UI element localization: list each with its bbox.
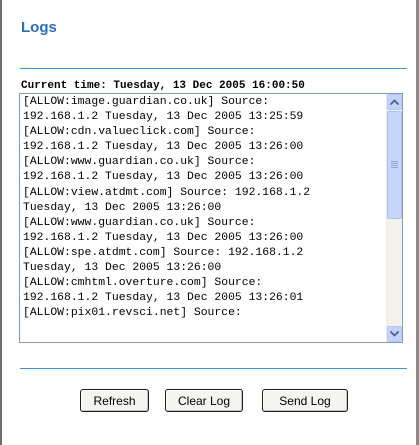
- chevron-up-icon: [390, 99, 399, 105]
- refresh-button[interactable]: Refresh: [80, 389, 149, 412]
- frame-left-border: [0, 0, 2, 445]
- log-line: [ALLOW:pix01.revsci.net] Source:: [23, 307, 242, 320]
- log-line: 192.168.1.2 Tuesday, 13 Dec 2005 13:26:0…: [23, 171, 304, 184]
- log-line: [ALLOW:www.guardian.co.uk] Source:: [23, 216, 256, 229]
- scroll-up-button[interactable]: [387, 94, 402, 110]
- log-line: [ALLOW:image.guardian.co.uk] Source:: [23, 96, 270, 108]
- log-line: [ALLOW:www.guardian.co.uk] Source:: [23, 156, 256, 169]
- log-line: [ALLOW:cdn.valueclick.com] Source:: [23, 126, 256, 139]
- scroll-thumb[interactable]: [387, 111, 402, 219]
- scroll-down-button[interactable]: [387, 326, 402, 342]
- log-line: 192.168.1.2 Tuesday, 13 Dec 2005 13:25:5…: [23, 111, 304, 124]
- current-time-label: Current time: Tuesday, 13 Dec 2005 16:00…: [21, 80, 305, 92]
- log-line: 192.168.1.2 Tuesday, 13 Dec 2005 13:26:0…: [23, 231, 304, 244]
- bottom-divider: [20, 368, 407, 369]
- button-row: Refresh Clear Log Send Log: [0, 389, 419, 413]
- top-divider: [20, 68, 407, 69]
- log-line: [ALLOW:view.atdmt.com] Source: 192.168.1…: [23, 186, 311, 199]
- logs-page: Logs Current time: Tuesday, 13 Dec 2005 …: [0, 0, 419, 445]
- scroll-thumb-grip: [391, 161, 398, 169]
- page-title: Logs: [21, 19, 57, 36]
- log-line: 192.168.1.2 Tuesday, 13 Dec 2005 13:26:0…: [23, 141, 304, 154]
- log-line: Tuesday, 13 Dec 2005 13:26:00: [23, 262, 222, 275]
- log-textarea[interactable]: [ALLOW:image.guardian.co.uk] Source: 192.…: [19, 93, 403, 343]
- log-line: [ALLOW:cmhtml.overture.com] Source:: [23, 277, 263, 290]
- send-log-button[interactable]: Send Log: [262, 389, 348, 412]
- log-content: [ALLOW:image.guardian.co.uk] Source: 192.…: [23, 95, 385, 321]
- clear-log-button[interactable]: Clear Log: [165, 389, 243, 412]
- log-line: Tuesday, 13 Dec 2005 13:26:00: [23, 201, 222, 214]
- log-scrollbar[interactable]: [386, 94, 402, 342]
- chevron-down-icon: [390, 331, 399, 337]
- log-line: 192.168.1.2 Tuesday, 13 Dec 2005 13:26:0…: [23, 292, 304, 305]
- log-line: [ALLOW:spe.atdmt.com] Source: 192.168.1.…: [23, 246, 304, 259]
